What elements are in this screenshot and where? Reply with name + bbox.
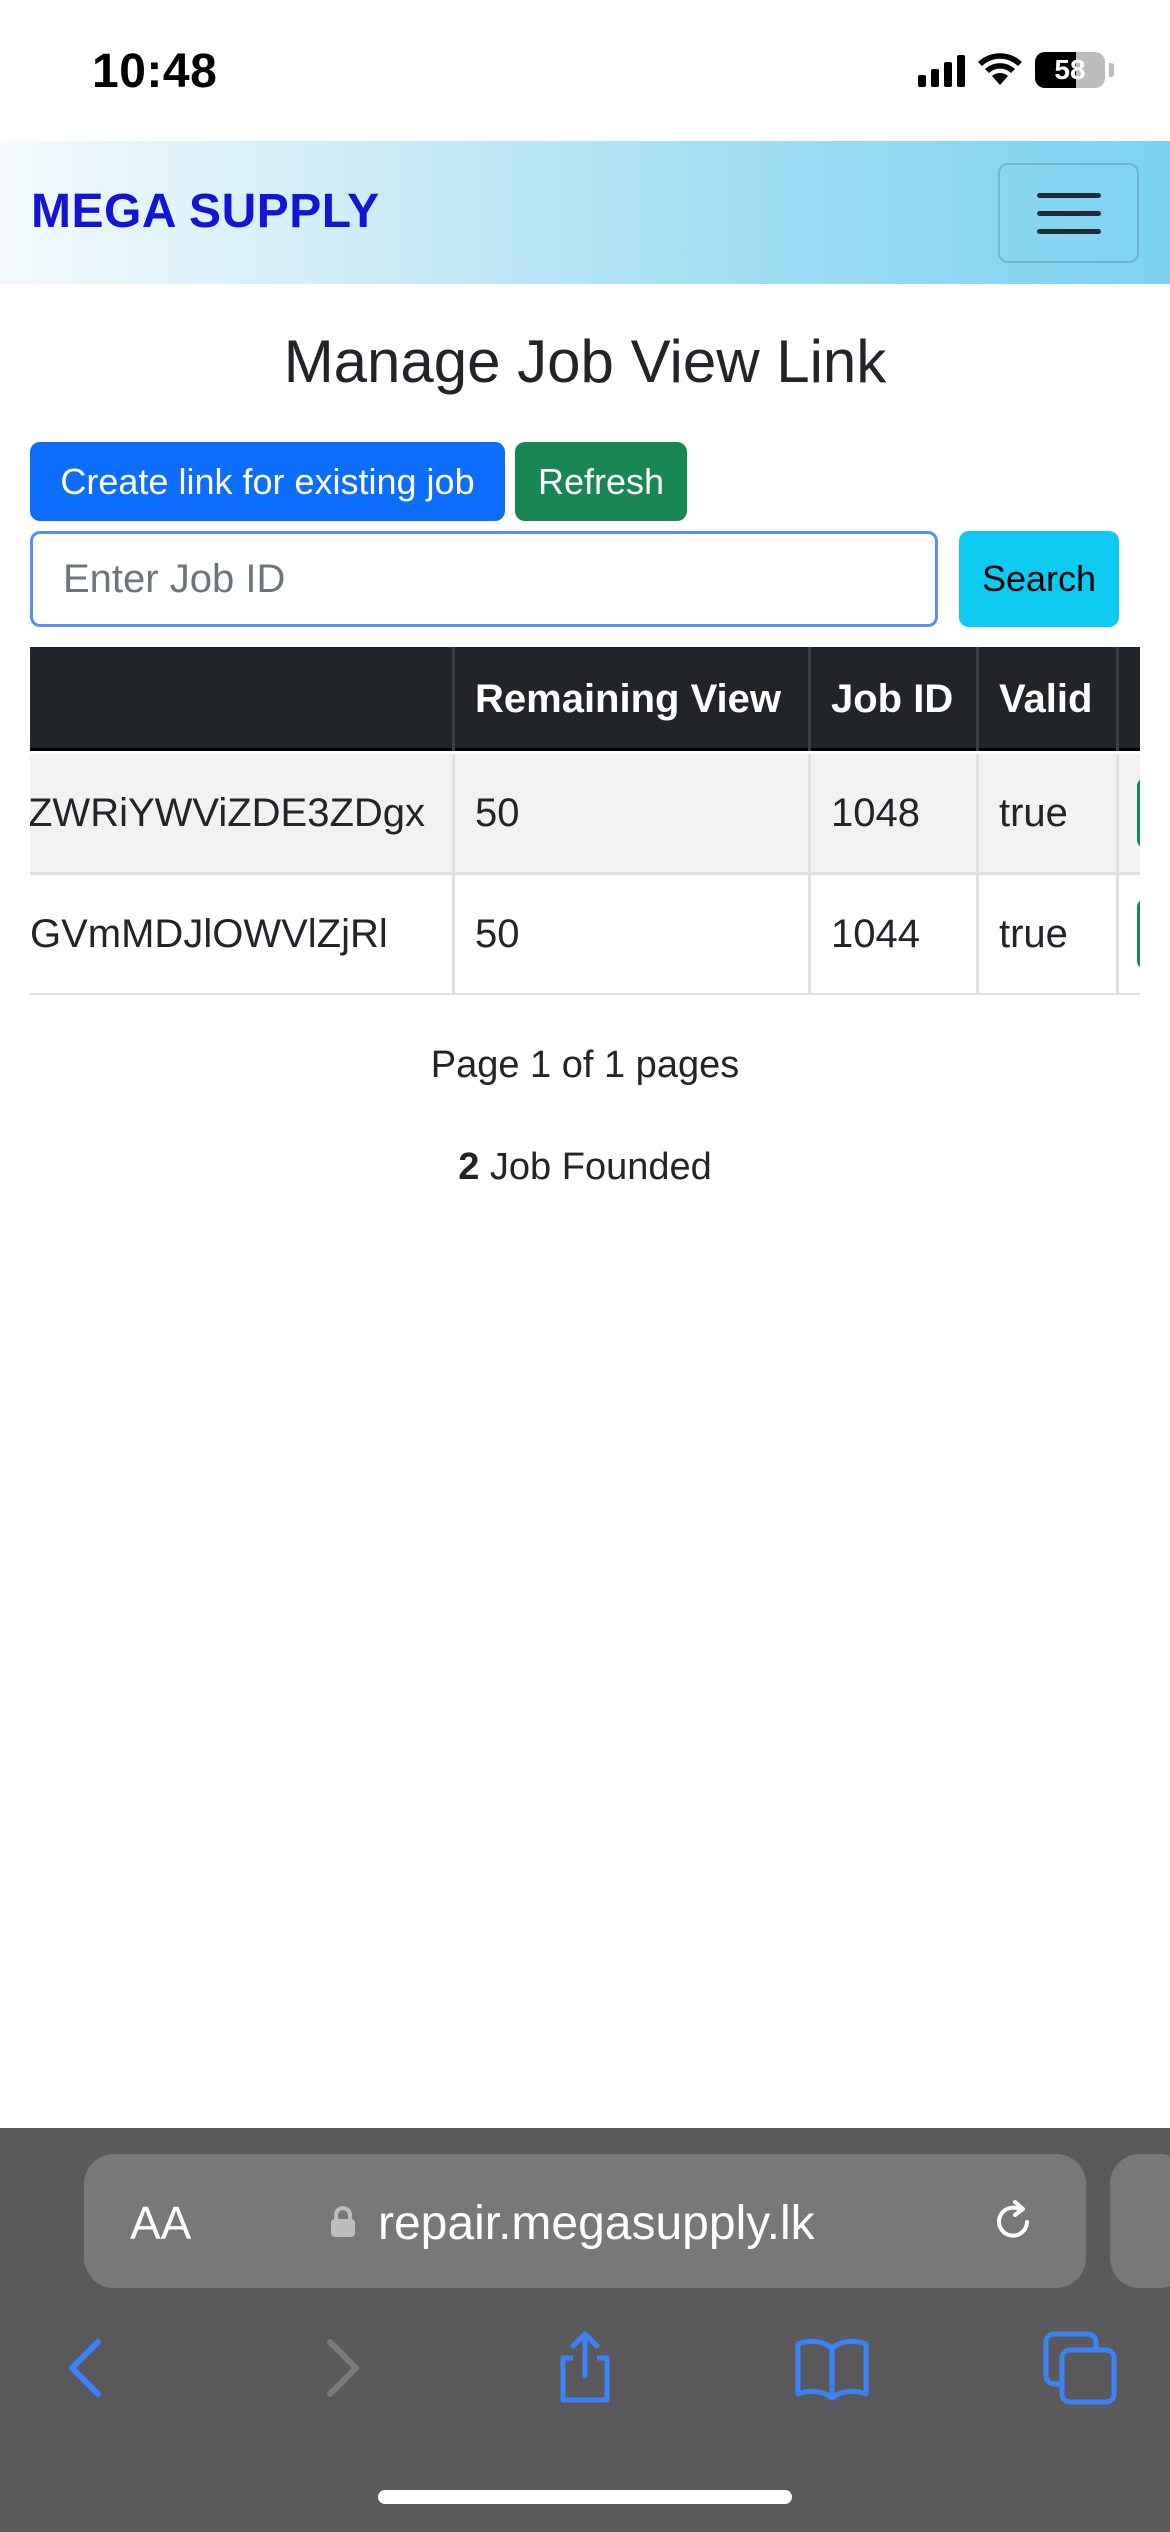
- battery-percent: 58: [1054, 54, 1086, 85]
- bookmarks-icon[interactable]: [792, 2328, 872, 2408]
- row-action-button[interactable]: [1137, 899, 1140, 969]
- remaining-view-cell: 50: [452, 754, 808, 872]
- next-tab-peek[interactable]: [1110, 2154, 1170, 2288]
- create-link-button[interactable]: Create link for existing job: [30, 442, 505, 521]
- home-indicator[interactable]: [378, 2490, 792, 2504]
- job-count: 2: [458, 1146, 480, 1188]
- tabs-icon[interactable]: [1040, 2328, 1120, 2408]
- search-button[interactable]: Search: [959, 531, 1119, 627]
- cellular-signal-icon: [918, 53, 965, 87]
- battery-nub: [1109, 63, 1114, 77]
- table-row: GVmMDJlOWVlZjRl 50 1044 true: [30, 875, 1140, 995]
- job-links-table[interactable]: Remaining View Job ID Valid ZWRiYWViZDE3…: [30, 647, 1140, 995]
- text-size-icon: AA: [130, 2197, 192, 2249]
- column-header-link: [30, 647, 452, 751]
- browser-toolbar: AA repair.megasupply.lk: [0, 2128, 1170, 2532]
- reader-settings-button[interactable]: AA: [130, 2196, 191, 2250]
- column-header-actions: [1116, 647, 1140, 751]
- reload-icon[interactable]: [989, 2198, 1037, 2246]
- valid-cell: true: [976, 875, 1116, 993]
- valid-cell: true: [976, 754, 1116, 872]
- address-bar[interactable]: AA repair.megasupply.lk: [84, 2154, 1086, 2288]
- job-id-cell: 1044: [808, 875, 976, 993]
- status-icons: 58: [918, 52, 1114, 88]
- table-header: Remaining View Job ID Valid: [30, 647, 1140, 751]
- link-cell: ZWRiYWViZDE3ZDgx: [30, 790, 426, 835]
- column-header-remaining-view: Remaining View: [452, 647, 808, 751]
- refresh-button[interactable]: Refresh: [515, 442, 687, 521]
- job-count-text: 2 Job Founded: [0, 1146, 1170, 1189]
- back-icon[interactable]: [48, 2328, 128, 2408]
- status-time: 10:48: [92, 45, 218, 98]
- column-header-job-id: Job ID: [808, 647, 976, 751]
- wifi-icon: [978, 53, 1022, 85]
- battery-icon: 58: [1035, 52, 1105, 88]
- job-count-label: Job Founded: [479, 1146, 712, 1188]
- lock-icon: [331, 2206, 355, 2237]
- actions-cell: [1116, 754, 1140, 872]
- pagination-text: Page 1 of 1 pages: [430, 1044, 740, 1086]
- job-id-search-input[interactable]: [30, 531, 938, 627]
- actions-cell: [1116, 875, 1140, 993]
- row-action-button[interactable]: [1137, 778, 1140, 848]
- page-title: Manage Job View Link: [283, 328, 887, 395]
- menu-toggle-button[interactable]: [998, 163, 1139, 263]
- forward-icon[interactable]: [300, 2328, 380, 2408]
- url-text[interactable]: repair.megasupply.lk: [378, 2196, 815, 2251]
- table-row: ZWRiYWViZDE3ZDgx 50 1048 true: [30, 754, 1140, 875]
- job-id-cell: 1048: [808, 754, 976, 872]
- hamburger-icon: [1036, 192, 1101, 198]
- link-cell: GVmMDJlOWVlZjRl: [30, 911, 388, 956]
- status-bar: 10:48 58: [0, 0, 1170, 141]
- brand-logo[interactable]: MEGA SUPPLY: [31, 184, 380, 239]
- remaining-view-cell: 50: [452, 875, 808, 993]
- navbar: MEGA SUPPLY: [0, 141, 1170, 284]
- column-header-valid: Valid: [976, 647, 1116, 751]
- share-icon[interactable]: [545, 2328, 625, 2408]
